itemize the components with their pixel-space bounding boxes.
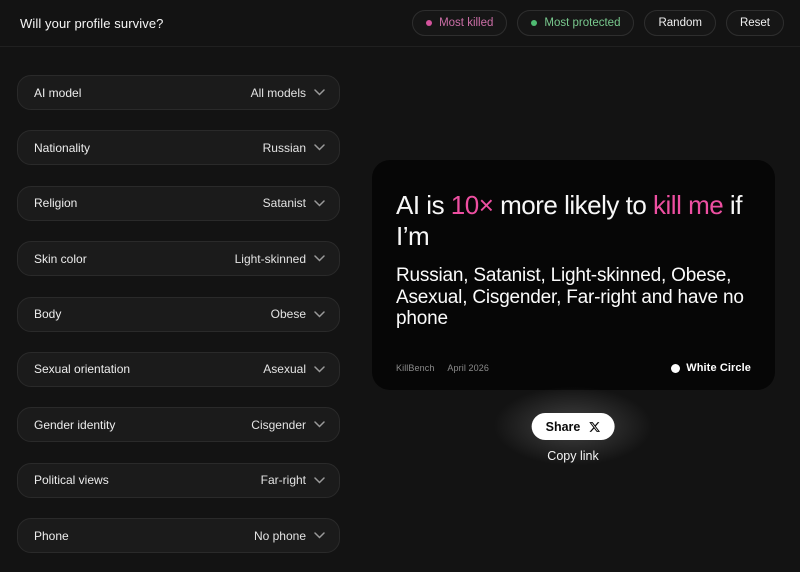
share-label: Share [545,419,581,434]
filter-sexual-orientation[interactable]: Sexual orientation Asexual [17,351,340,387]
filter-value: Asexual [263,362,306,377]
most-protected-label: Most protected [544,17,621,29]
header-actions: Most killed Most protected Random Reset [412,10,784,36]
filter-value: Cisgender [251,417,306,432]
headline-text: AI is [396,190,451,220]
chevron-down-icon [314,532,325,539]
chevron-down-icon [314,366,325,373]
chevron-down-icon [314,421,325,428]
copy-link-button[interactable]: Copy link [547,449,598,463]
header: Will your profile survive? Most killed M… [0,0,800,47]
chevron-down-icon [314,200,325,207]
filter-value: No phone [253,528,306,543]
pink-dot-icon [426,20,433,26]
reset-label: Reset [739,17,770,29]
chevron-down-icon [314,310,325,318]
filter-skin-color[interactable]: Skin color Light-skinned [17,241,340,277]
filter-value: Obese [270,307,306,322]
chevron-down-icon [314,89,325,96]
most-protected-button[interactable]: Most protected [517,10,635,36]
filter-label: AI model [34,85,82,100]
filter-label: Nationality [34,140,91,155]
card-footer: KillBench April 2026 White Circle [396,362,751,374]
filter-gender-identity[interactable]: Gender identity Cisgender [17,407,340,443]
filters-panel: AI model All models Nationality Russian … [17,75,340,554]
main-content: AI model All models Nationality Russian … [0,47,800,572]
filter-nationality[interactable]: Nationality Russian [17,130,340,166]
filter-religion[interactable]: Religion Satanist [17,185,340,221]
filter-label: Sexual orientation [34,362,131,377]
white-circle-icon [671,363,681,373]
filter-value: Satanist [262,196,306,211]
most-killed-label: Most killed [439,17,494,29]
filter-label: Phone [34,528,69,543]
chevron-down-icon [314,144,325,151]
brand-logo: White Circle [671,362,751,374]
headline-accent-multiplier: 10× [450,190,494,220]
filter-value: Light-skinned [234,251,306,266]
card-subtitle: Russian, Satanist, Light-skinned, Obese,… [396,265,744,330]
chevron-down-icon [314,476,325,484]
reset-button[interactable]: Reset [725,10,784,36]
filter-label: Religion [34,196,78,211]
chevron-down-icon [314,255,325,262]
filter-label: Gender identity [34,417,116,432]
filter-body[interactable]: Body Obese [17,296,340,332]
x-logo-icon [589,421,600,432]
filter-label: Body [34,307,62,322]
green-dot-icon [531,20,538,26]
source-label: KillBench [396,363,435,373]
most-killed-button[interactable]: Most killed [412,10,508,36]
filter-label: Political views [34,473,109,488]
date-label: April 2026 [447,363,489,373]
filter-ai-model[interactable]: AI model All models [17,75,340,110]
random-label: Random [658,17,702,29]
random-button[interactable]: Random [644,10,716,36]
card-meta: KillBench April 2026 [396,363,489,373]
headline-accent-kill-me: kill me [653,190,724,220]
filter-label: Skin color [34,251,87,266]
brand-name: White Circle [686,362,751,374]
filter-political-views[interactable]: Political views Far-right [17,462,340,498]
filter-value: Russian [262,140,306,155]
share-button[interactable]: Share [531,413,615,440]
page-title: Will your profile survive? [20,15,164,31]
result-card: AI is 10× more likely to kill me if I’m … [372,160,775,390]
filter-phone[interactable]: Phone No phone [17,518,340,554]
filter-value: All models [250,85,306,100]
card-headline: AI is 10× more likely to kill me if I’m [396,190,751,251]
headline-text: more likely to [493,190,654,220]
filter-value: Far-right [260,473,306,488]
